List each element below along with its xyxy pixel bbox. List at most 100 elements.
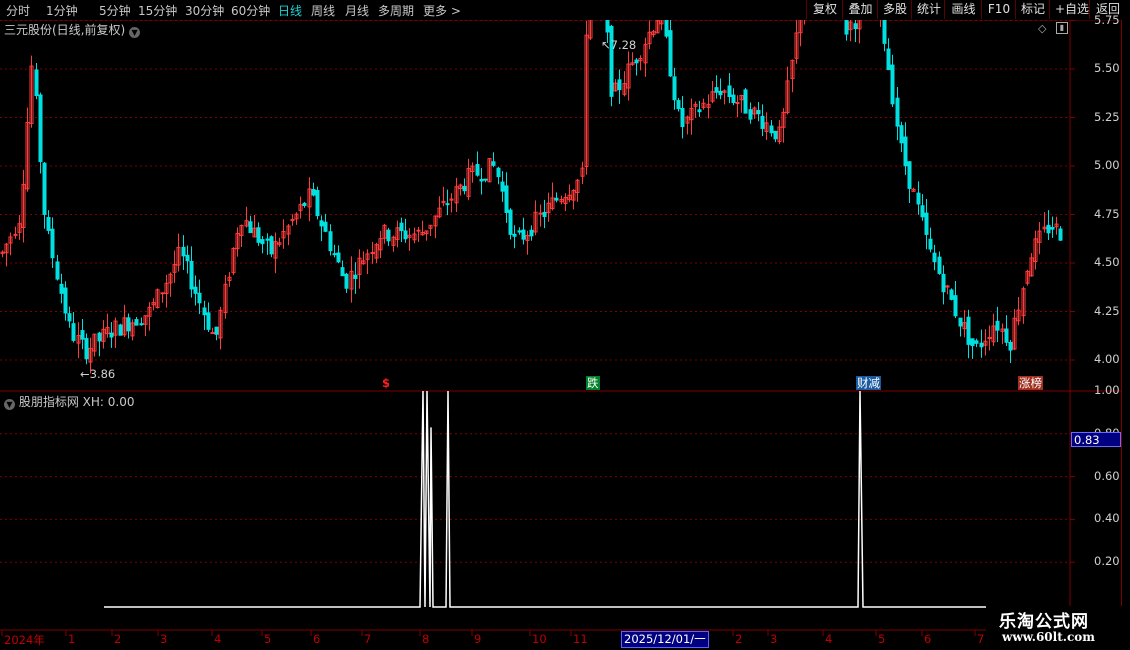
max-price-value: 7.28 xyxy=(610,38,637,52)
event-badge-drop[interactable]: 跌 xyxy=(586,376,600,390)
period-weekly[interactable]: 周线 xyxy=(311,2,335,19)
x-tick-label: 6 xyxy=(313,632,321,646)
candle-body xyxy=(479,178,484,182)
candle-body xyxy=(256,227,261,243)
y-tick-label: 4.50 xyxy=(1094,255,1120,269)
candle-body xyxy=(97,332,102,342)
candle-body xyxy=(185,254,190,262)
candle-body xyxy=(189,260,194,290)
y-tick-label: 5.00 xyxy=(1094,158,1120,172)
candle-body xyxy=(483,178,488,181)
candle-body xyxy=(668,30,673,77)
indicator-title[interactable]: ▼ 股朋指标网 XH: 0.00 xyxy=(4,393,134,410)
period-30min[interactable]: 30分钟 xyxy=(185,2,224,19)
period-5min[interactable]: 5分钟 xyxy=(99,2,131,19)
candle-body xyxy=(903,136,908,167)
multi-stock-button[interactable]: 多股 xyxy=(877,0,912,19)
watermark-logo: 乐淘公式网 www.60lt.com xyxy=(986,606,1130,650)
mark-button[interactable]: 标记 xyxy=(1015,0,1050,19)
min-price-value: 3.86 xyxy=(89,367,116,381)
sub-y-tick-label: 0.60 xyxy=(1094,468,1120,483)
candle-body xyxy=(319,220,324,227)
mark-label: 标记 xyxy=(1021,2,1046,16)
candle-body xyxy=(315,190,320,217)
candle-body xyxy=(932,252,937,263)
diamond-icon[interactable]: ◇ xyxy=(1038,22,1046,35)
stats-button[interactable]: 统计 xyxy=(911,0,945,19)
add-favorite-label: +自选 xyxy=(1055,2,1090,16)
candle-body xyxy=(554,197,559,201)
candle-body xyxy=(718,90,723,96)
candle-body xyxy=(340,267,345,277)
chevron-down-icon[interactable]: ▼ xyxy=(4,399,15,410)
draw-label: 画线 xyxy=(951,2,976,16)
period-1min[interactable]: 1分钟 xyxy=(46,2,78,19)
event-badge-finance-reduce[interactable]: 财减 xyxy=(856,376,881,390)
fuquan-label: 复权 xyxy=(812,2,837,16)
overlay-button[interactable]: 叠加 xyxy=(842,0,878,19)
period-multi[interactable]: 多周期 xyxy=(378,2,414,19)
period-more[interactable]: 更多 > xyxy=(423,2,461,19)
f10-button[interactable]: F10 xyxy=(981,0,1016,19)
candle-body xyxy=(970,338,975,347)
candle-body xyxy=(67,313,72,322)
event-badge-top-gainers[interactable]: 涨榜 xyxy=(1018,376,1043,390)
candle-body xyxy=(403,230,408,240)
candle-body xyxy=(370,251,375,254)
candle-body xyxy=(399,222,404,232)
candle-body xyxy=(344,273,349,289)
period-60min[interactable]: 60分钟 xyxy=(231,2,270,19)
candle-body xyxy=(773,130,778,140)
candle-body xyxy=(160,292,165,295)
candle-body xyxy=(214,326,219,335)
candle-body xyxy=(139,323,144,326)
x-tick-label: 8 xyxy=(422,632,430,646)
main-chart-title[interactable]: 三元股份(日线,前复权) ▼ xyxy=(4,21,141,38)
candle-body xyxy=(748,109,753,120)
sub-y-tick-label: 0.40 xyxy=(1094,511,1120,526)
candle-body xyxy=(496,167,501,178)
candle-body xyxy=(756,109,761,115)
candle-body xyxy=(46,216,51,231)
period-15min[interactable]: 15分钟 xyxy=(138,2,177,19)
period-fenshi[interactable]: 分时 xyxy=(6,2,30,19)
period-monthly[interactable]: 月线 xyxy=(345,2,369,19)
candle-body xyxy=(895,97,900,127)
watermark-main: 乐淘公式网 xyxy=(999,612,1089,632)
period-daily[interactable]: 日线 xyxy=(278,2,302,19)
candlestick-series xyxy=(0,20,1063,374)
candle-body xyxy=(59,283,64,294)
candle-body xyxy=(118,324,123,336)
candle-body xyxy=(38,94,43,163)
candle-body xyxy=(853,23,858,30)
candle-body xyxy=(924,212,929,235)
candle-body xyxy=(1058,228,1063,241)
fuquan-button[interactable]: 复权 xyxy=(806,0,843,19)
candle-body xyxy=(71,323,76,341)
right-scroll-strip[interactable] xyxy=(1121,20,1130,630)
candle-body xyxy=(987,337,992,340)
candle-body xyxy=(609,25,614,97)
kline-chart[interactable] xyxy=(0,20,1121,650)
indicator-line xyxy=(104,390,1070,608)
chevron-down-icon[interactable]: ▼ xyxy=(129,27,141,38)
x-tick-label: 10 xyxy=(532,632,547,646)
x-tick-label: 7 xyxy=(977,632,985,646)
overlay-label: 叠加 xyxy=(848,2,873,16)
candle-body xyxy=(260,239,265,245)
draw-button[interactable]: 画线 xyxy=(944,0,982,19)
candle-body xyxy=(890,64,895,105)
candle-body xyxy=(949,289,954,300)
candle-body xyxy=(958,317,963,327)
candle-body xyxy=(731,94,736,103)
candle-body xyxy=(181,246,186,257)
add-favorite-button[interactable]: +自选 xyxy=(1049,0,1090,19)
x-tick-label: 2 xyxy=(114,632,122,646)
candle-body xyxy=(899,125,904,144)
candle-body xyxy=(995,320,1000,331)
candle-body xyxy=(916,192,921,205)
event-badge-dollar[interactable]: $ xyxy=(381,376,391,390)
f10-label: F10 xyxy=(987,2,1011,16)
layout-icon[interactable]: ▮ xyxy=(1056,22,1068,34)
candle-body xyxy=(542,211,547,218)
